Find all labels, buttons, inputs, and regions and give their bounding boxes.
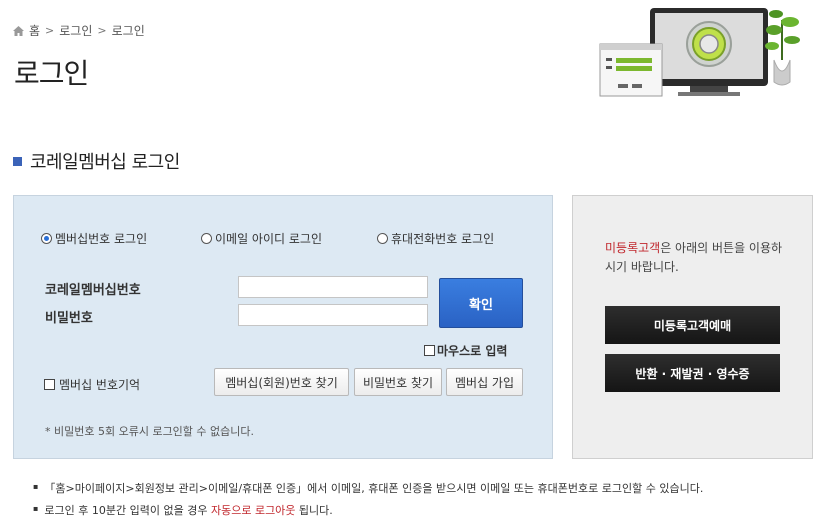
breadcrumb: 홈 > 로그인 > 로그인 <box>13 22 145 39</box>
member-number-input[interactable] <box>238 276 428 298</box>
note-line-1: ▪ 「홈>마이페이지>회원정보 관리>이메일/휴대폰 인증」에서 이메일, 휴대… <box>33 482 704 495</box>
radio-phone-number[interactable]: 휴대전화번호 로그인 <box>377 230 494 247</box>
find-member-number-button[interactable]: 멤버십(회원)번호 찾기 <box>214 368 349 396</box>
section-title: 코레일멤버십 로그인 <box>13 148 180 174</box>
mouse-input-checkbox[interactable]: 마우스로 입력 <box>424 342 507 359</box>
radio-email-id[interactable]: 이메일 아이디 로그인 <box>201 230 322 247</box>
breadcrumb-level2[interactable]: 로그인 <box>112 22 145 39</box>
note-line-2-pre: 로그인 후 10분간 입력이 없을 경우 <box>44 504 211 517</box>
note-line-2-post: 됩니다. <box>295 504 333 517</box>
password-label: 비밀번호 <box>45 311 93 326</box>
radio-unselected-icon[interactable] <box>201 233 212 244</box>
password-error-notice: * 비밀번호 5회 오류시 로그인할 수 없습니다. <box>45 425 255 438</box>
note-line-2-red: 자동으로 로그아웃 <box>210 504 296 517</box>
note-line-1-text: 「홈>마이페이지>회원정보 관리>이메일/휴대폰 인증」에서 이메일, 휴대폰 … <box>44 482 704 495</box>
join-membership-button[interactable]: 멤버십 가입 <box>446 368 523 396</box>
remember-member-checkbox[interactable]: 멤버십 번호기억 <box>44 376 140 393</box>
chevron-right-icon: > <box>97 24 107 37</box>
checkbox-icon[interactable] <box>424 345 435 356</box>
guest-reservation-button[interactable]: 미등록고객예매 <box>605 306 780 344</box>
radio-unselected-icon[interactable] <box>377 233 388 244</box>
page-title: 로그인 <box>14 57 89 90</box>
mouse-input-label[interactable]: 마우스로 입력 <box>437 342 507 359</box>
breadcrumb-home[interactable]: 홈 <box>29 22 40 39</box>
login-notes: ▪ 「홈>마이페이지>회원정보 관리>이메일/휴대폰 인증」에서 이메일, 휴대… <box>33 480 703 524</box>
confirm-button[interactable]: 확인 <box>439 278 523 328</box>
radio-member-number[interactable]: 멤버십번호 로그인 <box>41 230 147 247</box>
login-panel: 멤버십번호 로그인 이메일 아이디 로그인 휴대전화번호 로그인 코레일멤버십번… <box>13 195 553 459</box>
security-monitor-illustration <box>599 8 800 97</box>
password-input[interactable] <box>238 304 428 326</box>
radio-email-id-label[interactable]: 이메일 아이디 로그인 <box>215 230 322 247</box>
guest-message-highlight: 미등록고객 <box>605 241 661 255</box>
home-icon[interactable] <box>13 25 24 36</box>
radio-phone-number-label[interactable]: 휴대전화번호 로그인 <box>391 230 494 247</box>
section-title-text: 코레일멤버십 로그인 <box>30 152 180 173</box>
breadcrumb-level1[interactable]: 로그인 <box>59 22 92 39</box>
refund-reissue-receipt-button[interactable]: 반환 · 재발권 · 영수증 <box>605 354 780 392</box>
find-password-button[interactable]: 비밀번호 찾기 <box>354 368 442 396</box>
checkbox-icon[interactable] <box>44 379 55 390</box>
note-line-2: ▪ 로그인 후 10분간 입력이 없을 경우 자동으로 로그아웃 됩니다. <box>33 504 333 517</box>
radio-member-number-label[interactable]: 멤버십번호 로그인 <box>55 230 147 247</box>
radio-selected-icon[interactable] <box>41 233 52 244</box>
chevron-right-icon: > <box>45 24 55 37</box>
remember-member-label[interactable]: 멤버십 번호기억 <box>59 376 140 393</box>
guest-panel: 미등록고객은 아래의 버튼을 이용하시기 바랍니다. 미등록고객예매 반환 · … <box>572 195 813 459</box>
guest-message: 미등록고객은 아래의 버튼을 이용하시기 바랍니다. <box>605 239 785 277</box>
section-bullet-icon <box>13 156 22 166</box>
member-number-label: 코레일멤버십번호 <box>45 283 141 298</box>
